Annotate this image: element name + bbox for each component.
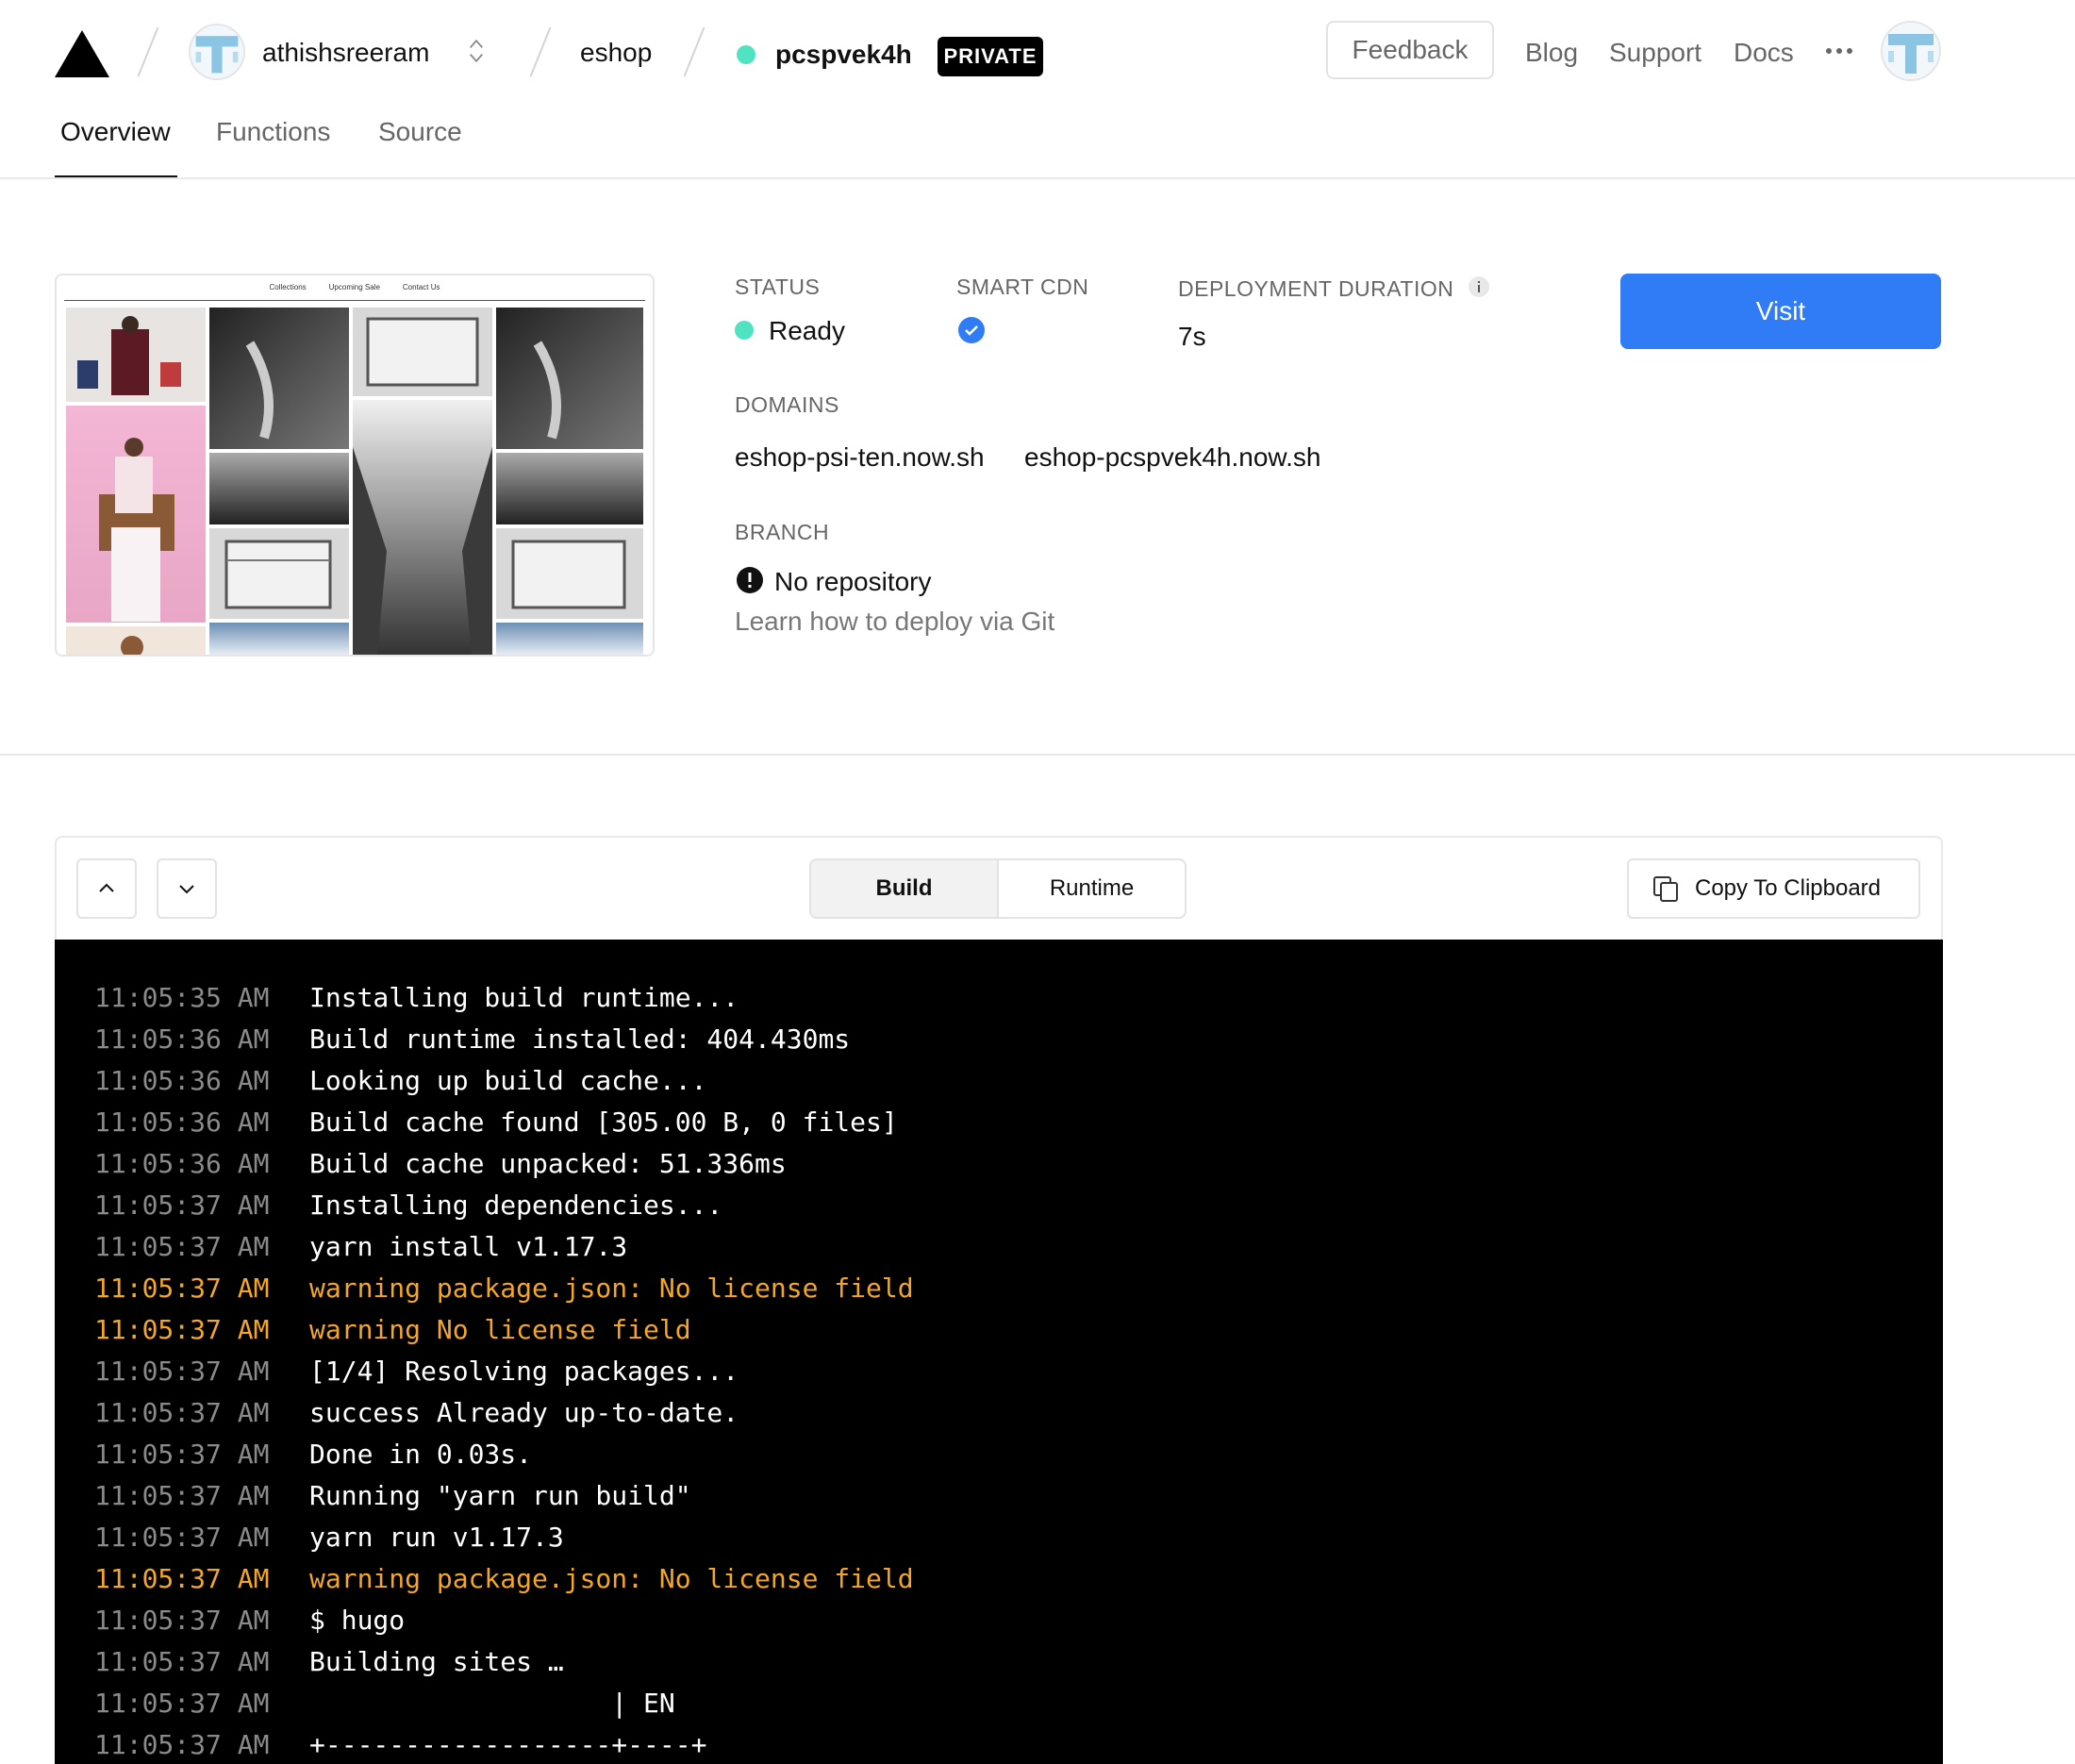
deployment-status-dot (737, 45, 755, 64)
log-message: $ hugo (309, 1605, 406, 1636)
domain-link[interactable]: eshop-pcspvek4h.now.sh (1024, 444, 1320, 471)
log-message: yarn run v1.17.3 (309, 1522, 564, 1553)
visit-button[interactable]: Visit (1620, 274, 1941, 349)
log-type-toggle: Build Runtime (809, 858, 1187, 919)
build-log-output[interactable]: 11:05:35 AM Installing build runtime... 11… (55, 940, 1943, 1764)
log-message: warning package.json: No license field (309, 1273, 914, 1304)
check-circle-icon (958, 317, 985, 343)
log-message: warning No license field (309, 1314, 691, 1345)
divider (0, 177, 2075, 179)
deployment-duration-label: DEPLOYMENT DURATION (1178, 276, 1454, 301)
log-timestamp: 11:05:37 AM (94, 1314, 270, 1345)
copy-to-clipboard-button[interactable]: Copy To Clipboard (1627, 858, 1920, 919)
log-message: Build cache found [305.00 B, 0 files] (309, 1107, 898, 1138)
log-timestamp: 11:05:37 AM (94, 1522, 270, 1553)
log-timestamp: 11:05:37 AM (94, 1729, 270, 1760)
domain-link[interactable]: eshop-psi-ten.now.sh (735, 444, 985, 471)
runtime-logs-tab[interactable]: Runtime (999, 860, 1185, 917)
tab-functions[interactable]: Functions (216, 119, 330, 145)
log-timestamp: 11:05:37 AM (94, 1605, 270, 1636)
log-timestamp: 11:05:37 AM (94, 1397, 270, 1428)
log-timestamp: 11:05:36 AM (94, 1065, 270, 1096)
log-message: success Already up-to-date. (309, 1397, 739, 1428)
user-avatar[interactable] (1881, 21, 1941, 81)
log-timestamp: 11:05:36 AM (94, 1107, 270, 1138)
log-message: Build runtime installed: 404.430ms (309, 1023, 851, 1055)
scroll-down-button[interactable] (157, 858, 217, 919)
log-message: [1/4] Resolving packages... (309, 1356, 739, 1387)
private-badge: PRIVATE (938, 37, 1043, 76)
preview-nav-item: Upcoming Sale (328, 283, 380, 291)
tab-source[interactable]: Source (378, 119, 462, 145)
preview-nav: Collections Upcoming Sale Contact Us (57, 283, 653, 291)
status-label: STATUS (735, 275, 821, 299)
more-icon[interactable] (1825, 47, 1853, 55)
log-message: Done in 0.03s. (309, 1439, 533, 1470)
branch-label: BRANCH (735, 520, 830, 544)
preview-gallery-image (66, 308, 643, 655)
deployment-id[interactable]: pcspvek4h (775, 42, 912, 68)
blog-link[interactable]: Blog (1525, 40, 1578, 66)
scroll-up-button[interactable] (76, 858, 137, 919)
log-message: | EN (309, 1688, 675, 1719)
log-message: +------------------+----+ (309, 1729, 707, 1760)
divider (0, 754, 2075, 756)
team-switcher-icon[interactable] (468, 36, 485, 66)
log-message: Looking up build cache... (309, 1065, 707, 1096)
status-ready-dot (735, 321, 754, 340)
domains-label: DOMAINS (735, 392, 839, 417)
feedback-button[interactable]: Feedback (1326, 21, 1494, 79)
breadcrumb-separator (137, 26, 159, 77)
team-name[interactable]: athishsreeram (262, 40, 429, 66)
tab-overview[interactable]: Overview (60, 119, 171, 145)
deploy-via-git-link[interactable]: Learn how to deploy via Git (735, 608, 1054, 635)
breadcrumb-separator (683, 26, 706, 77)
log-timestamp: 11:05:36 AM (94, 1148, 270, 1179)
smart-cdn-label: SMART CDN (956, 275, 1089, 299)
info-icon[interactable] (1468, 275, 1490, 298)
log-message: Installing dependencies... (309, 1190, 723, 1221)
log-timestamp: 11:05:37 AM (94, 1273, 270, 1304)
log-message: Running "yarn run build" (309, 1480, 691, 1511)
status-value: Ready (769, 316, 845, 345)
log-message: warning package.json: No license field (309, 1563, 914, 1594)
log-message: Installing build runtime... (309, 982, 739, 1013)
log-timestamp: 11:05:36 AM (94, 1023, 270, 1055)
docs-link[interactable]: Docs (1734, 40, 1794, 66)
preview-nav-rule (64, 300, 645, 301)
copy-icon (1653, 876, 1678, 902)
chevron-down-icon (179, 885, 194, 894)
log-timestamp: 11:05:37 AM (94, 1190, 270, 1221)
chevron-up-icon (99, 883, 114, 892)
log-message: Building sites … (309, 1646, 564, 1677)
log-timestamp: 11:05:37 AM (94, 1480, 270, 1511)
log-timestamp: 11:05:37 AM (94, 1563, 270, 1594)
log-timestamp: 11:05:35 AM (94, 982, 270, 1013)
project-name[interactable]: eshop (580, 40, 652, 66)
log-timestamp: 11:05:37 AM (94, 1646, 270, 1677)
alert-circle-icon (737, 567, 763, 593)
zeit-logo[interactable] (55, 30, 109, 77)
log-timestamp: 11:05:37 AM (94, 1688, 270, 1719)
log-message: Build cache unpacked: 51.336ms (309, 1148, 787, 1179)
preview-nav-item: Contact Us (402, 283, 440, 291)
support-link[interactable]: Support (1609, 40, 1702, 66)
branch-value: No repository (774, 567, 932, 596)
log-timestamp: 11:05:37 AM (94, 1231, 270, 1262)
log-timestamp: 11:05:37 AM (94, 1439, 270, 1470)
log-timestamp: 11:05:37 AM (94, 1356, 270, 1387)
deployment-duration-value: 7s (1178, 322, 1206, 351)
build-logs-tab[interactable]: Build (811, 860, 999, 917)
preview-nav-item: Collections (269, 283, 307, 291)
breadcrumb-separator (529, 26, 552, 77)
copy-label: Copy To Clipboard (1695, 875, 1882, 901)
team-avatar[interactable] (189, 24, 245, 80)
deployment-preview[interactable]: Collections Upcoming Sale Contact Us (55, 274, 655, 657)
log-message: yarn install v1.17.3 (309, 1231, 628, 1262)
